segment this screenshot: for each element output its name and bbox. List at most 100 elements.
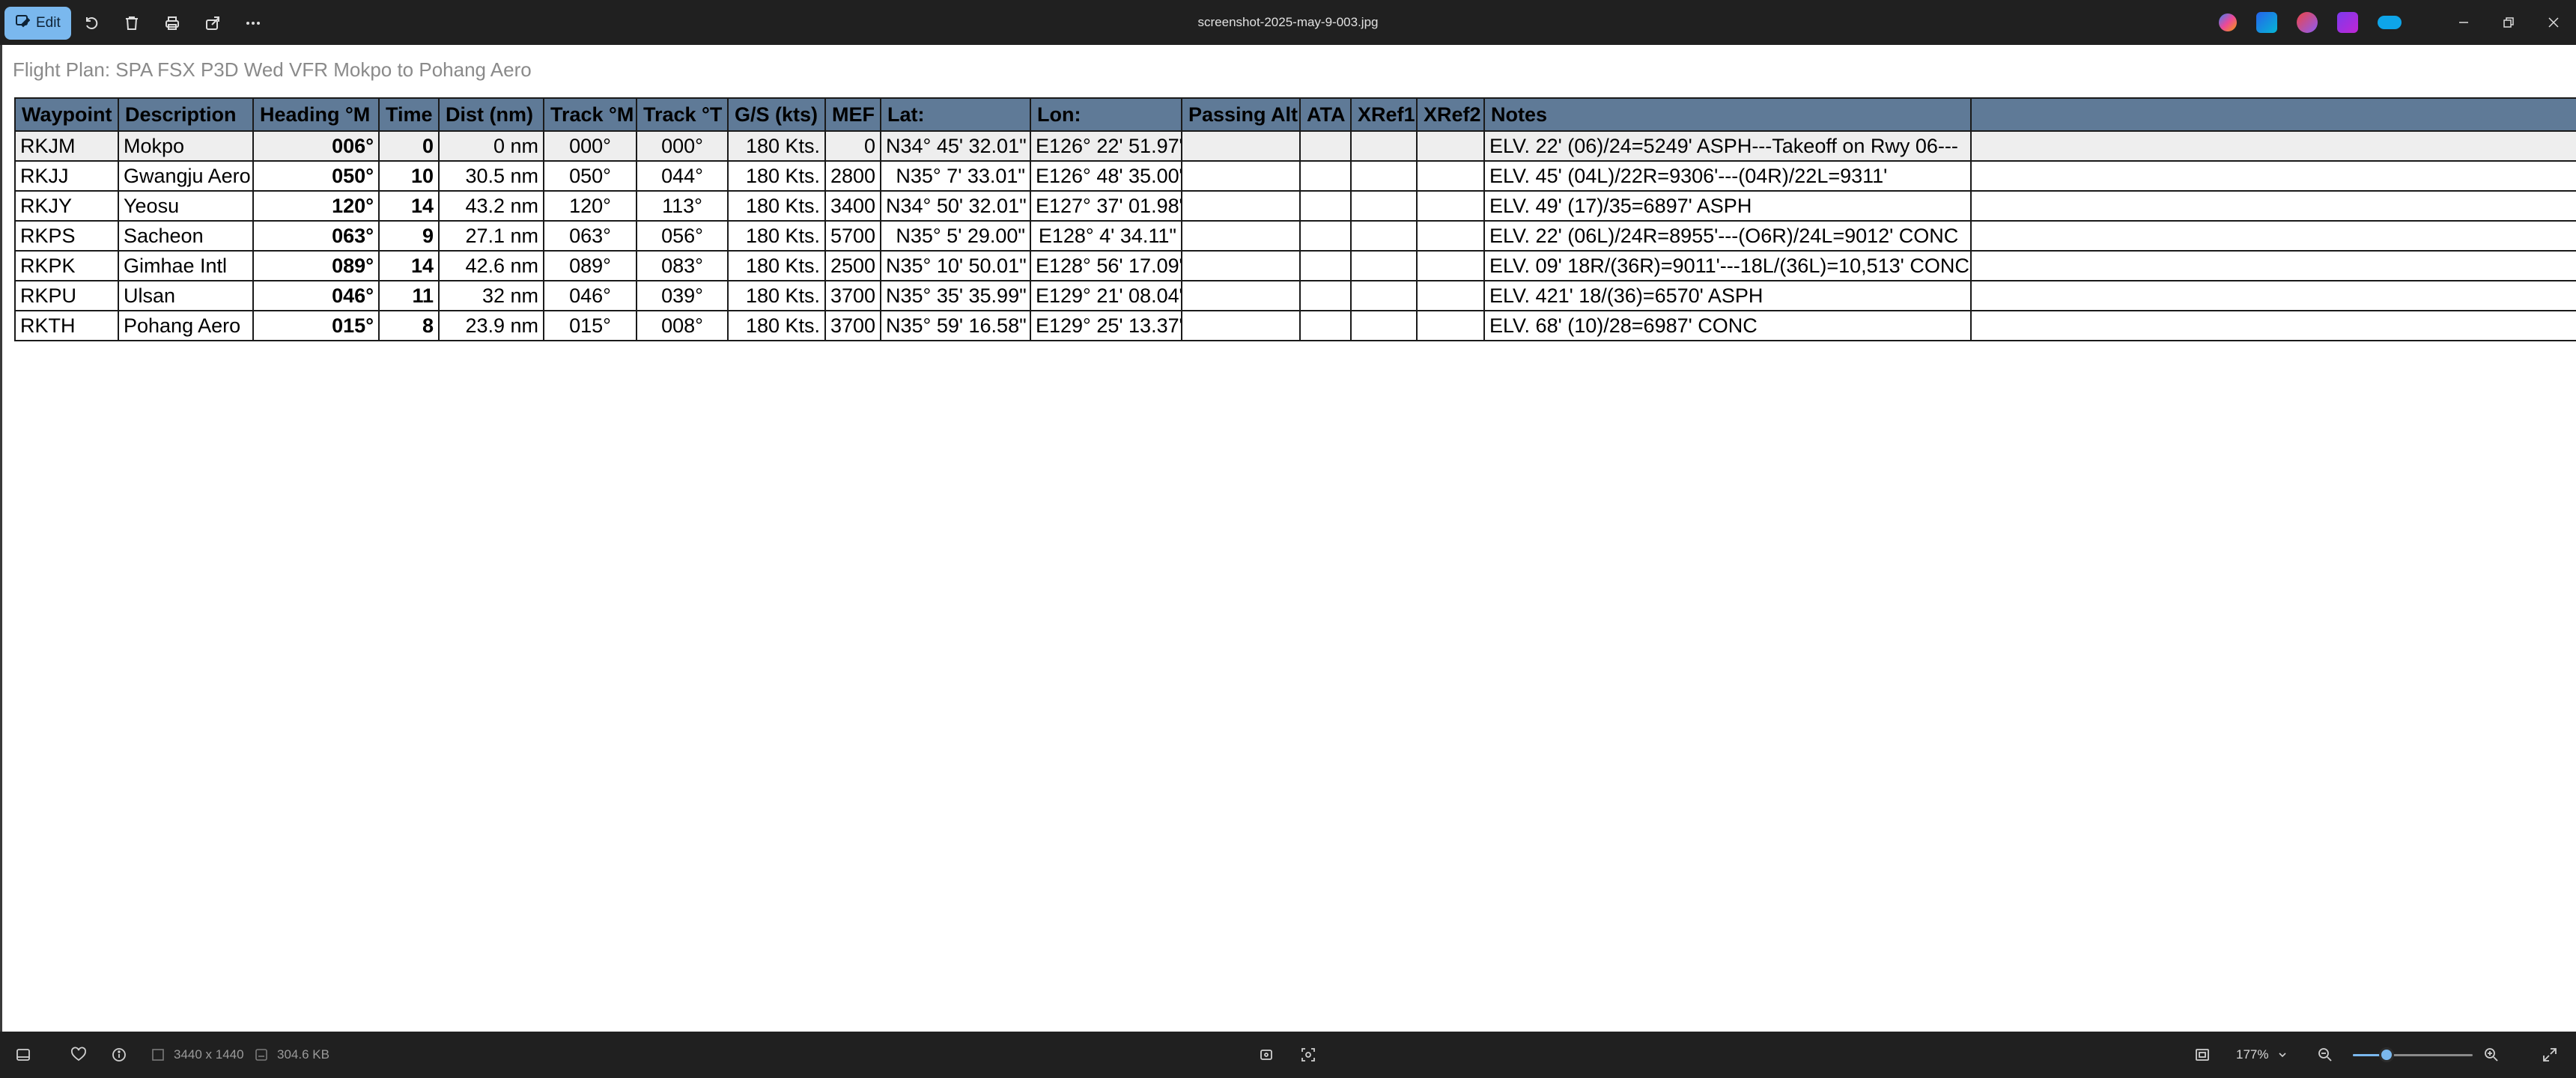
restore-button[interactable] xyxy=(2486,6,2531,39)
table-cell: Ulsan xyxy=(118,280,254,311)
table-cell: 015° xyxy=(543,310,637,341)
fit-to-window-button[interactable] xyxy=(2194,1032,2211,1078)
column-header: Waypoint xyxy=(14,97,119,132)
table-cell: 3400 xyxy=(824,190,881,222)
toolbar-right xyxy=(2209,6,2576,39)
column-header xyxy=(1970,97,2576,132)
table-cell: 14 xyxy=(378,190,440,222)
table-cell xyxy=(1181,130,1301,162)
table-cell xyxy=(1299,250,1352,281)
table-cell: 3700 xyxy=(824,280,881,311)
crop-button[interactable] xyxy=(1258,1032,1275,1078)
table-cell: E126° 48' 35.00" xyxy=(1030,160,1182,192)
column-header: MEF xyxy=(824,97,881,132)
table-cell xyxy=(1416,130,1485,162)
filmstrip-button[interactable] xyxy=(15,1032,31,1078)
table-cell: 063° xyxy=(543,220,637,252)
table-cell xyxy=(1181,160,1301,192)
flight-plan-table-wrap: Waypoint Description Heading °M Time Dist (n… xyxy=(14,97,2576,341)
table-cell: ELV. 22' (06L)/24R=8955'---(O6R)/24L=901… xyxy=(1483,220,1972,252)
table-row: RKPU Ulsan 046° 11 32 nm 046° 039° 180 Kts. 3700… xyxy=(14,280,2576,311)
designer-icon[interactable] xyxy=(2256,12,2277,33)
file-size-icon xyxy=(255,1049,267,1061)
column-header: XRef1 xyxy=(1350,97,1418,132)
heart-icon xyxy=(71,1047,86,1062)
table-cell: 14 xyxy=(378,250,440,281)
filesize-text: 304.6 KB xyxy=(277,1047,329,1062)
column-header: Lon: xyxy=(1030,97,1182,132)
close-button[interactable] xyxy=(2531,6,2576,39)
table-cell: E129° 21' 08.04" xyxy=(1030,280,1182,311)
table-cell: E128° 56' 17.09" xyxy=(1030,250,1182,281)
table-row: RKJM Mokpo 006° 0 0 nm 000° 000° 180 Kts. 0 N34° … xyxy=(14,130,2576,162)
table-cell: 180 Kts. xyxy=(727,190,826,222)
table-cell: 180 Kts. xyxy=(727,130,826,162)
table-cell xyxy=(1181,310,1301,341)
table-cell: 8 xyxy=(378,310,440,341)
table-cell: ELV. 68' (10)/28=6987' CONC xyxy=(1483,310,1972,341)
table-cell: 063° xyxy=(252,220,380,252)
table-cell: 083° xyxy=(636,250,729,281)
image-canvas: Flight Plan: SPA FSX P3D Wed VFR Mokpo t… xyxy=(0,45,2576,1032)
table-cell xyxy=(1416,280,1485,311)
column-header: XRef2 xyxy=(1416,97,1485,132)
table-cell: 180 Kts. xyxy=(727,310,826,341)
column-header: Dist (nm) xyxy=(438,97,544,132)
table-cell: E129° 25' 13.37" xyxy=(1030,310,1182,341)
table-cell: 2800 xyxy=(824,160,881,192)
table-cell: 9 xyxy=(378,220,440,252)
table-body: RKJM Mokpo 006° 0 0 nm 000° 000° 180 Kts. 0 N34° … xyxy=(14,130,2576,341)
table-cell xyxy=(1970,310,2576,341)
table-cell xyxy=(1350,160,1418,192)
zoom-level-dropdown[interactable]: 177% xyxy=(2226,1041,2298,1068)
flight-plan-title: Flight Plan: SPA FSX P3D Wed VFR Mokpo t… xyxy=(13,58,532,81)
visual-search-button[interactable] xyxy=(1300,1032,1316,1078)
clipchamp-icon[interactable] xyxy=(2337,12,2358,33)
table-row: RKPK Gimhae Intl 089° 14 42.6 nm 089° 083° 180 … xyxy=(14,250,2576,281)
table-cell: 0 xyxy=(824,130,881,162)
table-cell: Gimhae Intl xyxy=(118,250,254,281)
table-cell: Mokpo xyxy=(118,130,254,162)
table-cell: 050° xyxy=(543,160,637,192)
table-cell: 43.2 nm xyxy=(438,190,544,222)
column-header: ATA xyxy=(1299,97,1352,132)
table-cell: N35° 7' 33.01" xyxy=(880,160,1031,192)
paint-icon[interactable] xyxy=(2297,12,2318,33)
table-cell: 008° xyxy=(636,310,729,341)
table-cell xyxy=(1416,160,1485,192)
table-cell: 0 xyxy=(378,130,440,162)
table-cell: 089° xyxy=(543,250,637,281)
copilot-icon[interactable] xyxy=(2219,13,2237,31)
table-cell: 015° xyxy=(252,310,380,341)
fit-icon xyxy=(2196,1049,2209,1061)
table-cell: 180 Kts. xyxy=(727,280,826,311)
table-cell xyxy=(1970,250,2576,281)
table-cell xyxy=(1970,220,2576,252)
info-button[interactable] xyxy=(111,1032,127,1078)
table-cell: ELV. 45' (04L)/22R=9306'---(04R)/22L=931… xyxy=(1483,160,1972,192)
table-cell: 180 Kts. xyxy=(727,220,826,252)
table-cell: N34° 45' 32.01" xyxy=(880,130,1031,162)
zoom-out-button[interactable] xyxy=(2317,1032,2333,1078)
table-cell: E126° 22' 51.97" xyxy=(1030,130,1182,162)
table-cell xyxy=(1416,190,1485,222)
favorite-button[interactable] xyxy=(70,1032,87,1078)
table-cell: E128° 4' 34.11" xyxy=(1030,220,1182,252)
table-cell: ELV. 09' 18R/(36R)=9011'---18L/(36L)=10,… xyxy=(1483,250,1972,281)
table-row: RKJY Yeosu 120° 14 43.2 nm 120° 113° 180 Kts. 34… xyxy=(14,190,2576,222)
table-cell: Gwangju Aero xyxy=(118,160,254,192)
zoom-in-button[interactable] xyxy=(2483,1032,2500,1078)
fullscreen-button[interactable] xyxy=(2542,1032,2558,1078)
table-cell: 113° xyxy=(636,190,729,222)
zoom-slider-thumb[interactable] xyxy=(2378,1047,2394,1062)
onedrive-icon[interactable] xyxy=(2378,16,2402,29)
table-cell xyxy=(1970,280,2576,311)
table-cell: 3700 xyxy=(824,310,881,341)
table-cell xyxy=(1181,190,1301,222)
minimize-button[interactable] xyxy=(2441,6,2486,39)
column-header: Time xyxy=(378,97,440,132)
column-header: Track °T xyxy=(636,97,729,132)
table-cell: RKJM xyxy=(14,130,119,162)
table-cell xyxy=(1299,220,1352,252)
filmstrip-icon xyxy=(16,1049,30,1061)
